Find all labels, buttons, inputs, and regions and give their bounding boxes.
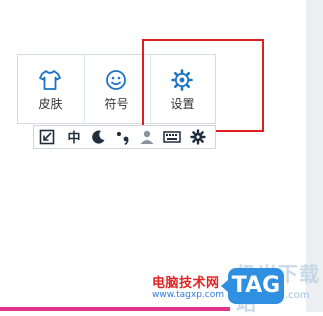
watermark-url: www.tagxp.com — [152, 290, 224, 300]
expand-arrow-icon — [39, 129, 55, 145]
soft-keyboard-button[interactable] — [163, 128, 181, 146]
watermark-tag-logo: TAG — [221, 268, 284, 304]
settings-highlight-box — [142, 39, 264, 132]
shirt-icon — [38, 68, 62, 92]
fullwidth-toggle[interactable] — [89, 128, 107, 146]
bottom-accent-line — [0, 307, 230, 311]
symbol-label: 符号 — [104, 97, 129, 111]
skin-label: 皮肤 — [38, 97, 63, 111]
ime-toolbar: 中 — [33, 125, 216, 149]
chinese-mode-icon: 中 — [67, 131, 81, 146]
symbol-button[interactable]: 符号 — [84, 55, 149, 123]
moon-icon — [92, 130, 105, 144]
expand-button[interactable] — [38, 128, 56, 146]
smiley-icon — [104, 68, 128, 92]
watermark-site-name: 电脑技术网 — [152, 276, 220, 291]
skin-button[interactable]: 皮肤 — [18, 55, 83, 123]
keyboard-icon — [163, 131, 181, 143]
punctuation-toggle[interactable] — [114, 128, 132, 146]
punctuation-icon — [116, 131, 129, 145]
watermark-dotcom: .com — [285, 290, 310, 301]
toolbar-settings-button[interactable] — [189, 128, 207, 146]
gear-icon — [190, 129, 206, 145]
account-button[interactable] — [138, 128, 156, 146]
user-icon — [140, 130, 154, 144]
chinese-mode-button[interactable]: 中 — [65, 128, 83, 146]
